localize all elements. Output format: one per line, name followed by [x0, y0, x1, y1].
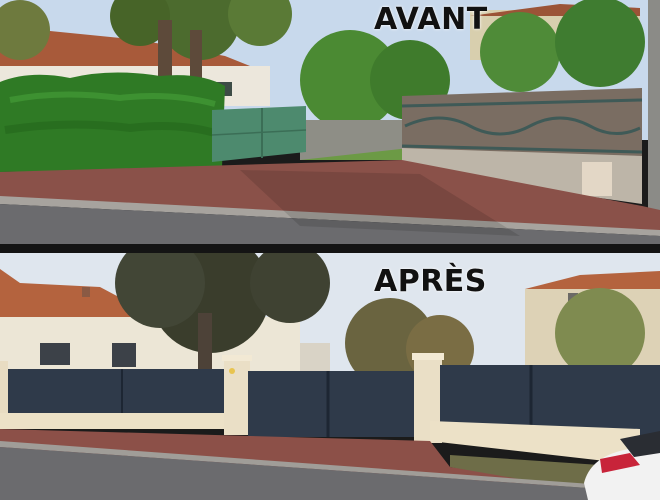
window	[112, 343, 136, 367]
panel-divider	[0, 244, 660, 253]
wall	[0, 413, 228, 429]
after-photo: APRÈS	[0, 253, 660, 500]
new-gate	[248, 371, 414, 437]
before-photo: AVANT	[0, 0, 660, 244]
pole	[648, 0, 660, 210]
pillar	[224, 357, 250, 435]
before-caption: AVANT	[374, 2, 488, 37]
meter-box	[582, 162, 612, 196]
after-caption: APRÈS	[374, 264, 487, 299]
after-scene	[0, 253, 660, 500]
window	[40, 343, 70, 365]
new-fence	[8, 369, 226, 415]
before-scene	[0, 0, 660, 244]
light	[229, 368, 235, 374]
tree-trunk	[158, 20, 172, 84]
